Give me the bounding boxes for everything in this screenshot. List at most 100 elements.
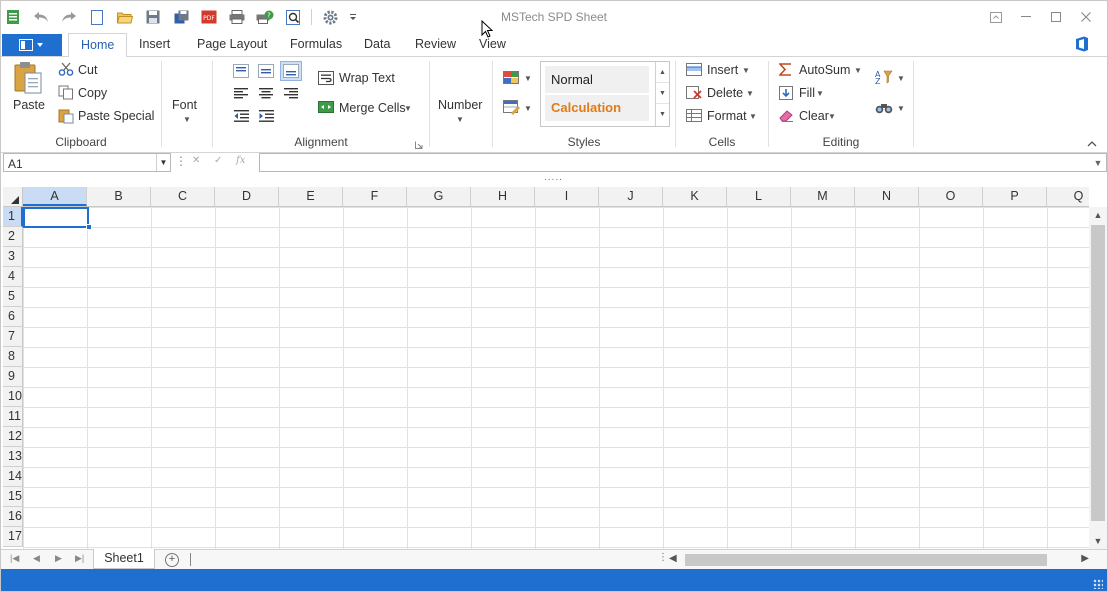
align-middle-icon[interactable] [258,64,274,81]
sort-filter-icon[interactable]: AZ [875,69,893,88]
autosum-button[interactable]: AutoSum [799,63,850,77]
first-sheet-icon[interactable]: |◀ [10,553,19,564]
row-header-12[interactable]: 12 [3,427,23,447]
close-icon[interactable] [1071,7,1101,27]
name-box-dropdown-icon[interactable]: ▼ [156,154,170,171]
scroll-right-arrow-icon[interactable]: ▶ [1081,553,1089,564]
row-header-15[interactable]: 15 [3,487,23,507]
row-header-11[interactable]: 11 [3,407,23,427]
align-bottom-icon[interactable] [280,61,302,81]
expand-formula-bar-icon[interactable]: ▼ [1090,154,1106,171]
autosum-dropdown-arrow-icon[interactable]: ▼ [854,66,862,75]
tab-formulas[interactable]: Formulas [290,37,342,51]
row-header-16[interactable]: 16 [3,507,23,527]
gallery-expand-icon[interactable]: ▼ [656,104,669,125]
vertical-scrollbar[interactable]: ▲ ▼ [1089,207,1107,549]
cancel-entry-icon[interactable]: ✕ [192,155,200,166]
column-header-d[interactable]: D [215,187,279,206]
scroll-down-arrow-icon[interactable]: ▼ [1089,533,1107,549]
sort-filter-dropdown-arrow-icon[interactable]: ▼ [897,74,905,83]
add-sheet-plus-icon[interactable]: + [165,553,179,567]
fill-down-icon[interactable] [779,86,793,103]
row-header-4[interactable]: 4 [3,267,23,287]
collapse-ribbon-chevron-icon[interactable] [1087,136,1097,150]
delete-cells-icon[interactable] [686,86,702,102]
row-header-5[interactable]: 5 [3,287,23,307]
column-header-g[interactable]: G [407,187,471,206]
formula-input[interactable]: ▼ [259,153,1107,172]
style-normal[interactable]: Normal [545,66,649,93]
increase-indent-icon[interactable] [259,110,274,125]
scroll-up-arrow-icon[interactable]: ▲ [1089,207,1107,223]
conditional-formatting-icon[interactable] [503,71,521,88]
tab-page-layout[interactable]: Page Layout [197,37,267,51]
copy-icon[interactable] [58,85,74,103]
cut-icon[interactable] [58,62,74,79]
maximize-icon[interactable] [1041,7,1071,27]
row-header-6[interactable]: 6 [3,307,23,327]
format-cells-icon[interactable] [686,109,702,125]
wrap-text-icon[interactable] [318,71,334,88]
row-header-1[interactable]: 1 [3,207,23,227]
find-dropdown-arrow-icon[interactable]: ▼ [897,104,905,113]
tab-insert[interactable]: Insert [139,37,170,51]
delete-cells-button[interactable]: Delete [707,86,743,100]
column-header-m[interactable]: M [791,187,855,206]
formula-bar-grip-icon[interactable]: ⋮ [175,154,187,168]
wrap-text-button[interactable]: Wrap Text [339,71,395,85]
column-header-f[interactable]: F [343,187,407,206]
column-header-i[interactable]: I [535,187,599,206]
column-header-p[interactable]: P [983,187,1047,206]
row-header-17[interactable]: 17 [3,527,23,547]
row-header-8[interactable]: 8 [3,347,23,367]
select-all-corner[interactable] [3,187,23,207]
align-left-icon[interactable] [234,88,248,102]
column-header-n[interactable]: N [855,187,919,206]
sheet-tab-sheet1[interactable]: Sheet1 [93,549,155,569]
copy-button[interactable]: Copy [78,86,107,100]
horizontal-scroll-thumb[interactable] [685,554,1047,566]
font-dropdown-arrow-icon[interactable]: ▼ [183,115,191,124]
insert-cells-icon[interactable] [686,63,702,79]
delete-dropdown-arrow-icon[interactable]: ▼ [746,89,754,98]
row-header-13[interactable]: 13 [3,447,23,467]
row-header-14[interactable]: 14 [3,467,23,487]
align-top-icon[interactable] [233,64,249,81]
next-sheet-icon[interactable]: ▶ [55,553,62,564]
file-menu-button[interactable] [2,34,62,56]
tab-home[interactable]: Home [68,33,128,58]
gallery-scroll-up-icon[interactable]: ▲ [656,62,669,83]
column-header-c[interactable]: C [151,187,215,206]
tab-data[interactable]: Data [364,37,390,51]
insert-dropdown-arrow-icon[interactable]: ▼ [742,66,750,75]
fill-dropdown-arrow-icon[interactable]: ▼ [816,89,824,98]
merge-cells-icon[interactable] [318,101,334,116]
merge-cells-button[interactable]: Merge Cells [339,101,406,115]
cell-area[interactable] [23,207,1089,549]
row-header-9[interactable]: 9 [3,367,23,387]
find-binoculars-icon[interactable] [875,101,893,117]
conditional-formatting-dropdown-arrow-icon[interactable]: ▼ [524,74,532,83]
format-as-table-icon[interactable] [503,100,521,119]
row-header-10[interactable]: 10 [3,387,23,407]
align-center-icon[interactable] [259,88,273,102]
paste-label[interactable]: Paste [13,98,45,112]
confirm-entry-icon[interactable]: ✓ [214,155,222,166]
insert-cells-button[interactable]: Insert [707,63,738,77]
style-calculation[interactable]: Calculation [545,95,649,121]
clear-button[interactable]: Clear [799,109,829,123]
column-header-l[interactable]: L [727,187,791,206]
row-header-2[interactable]: 2 [3,227,23,247]
clear-eraser-icon[interactable] [779,109,794,125]
alignment-dialog-launcher-icon[interactable] [415,138,423,152]
fill-handle[interactable] [86,224,92,230]
paste-special-icon[interactable] [58,108,74,127]
number-dropdown-arrow-icon[interactable]: ▼ [456,115,464,124]
column-header-b[interactable]: B [87,187,151,206]
cut-button[interactable]: Cut [78,63,97,77]
align-right-icon[interactable] [284,88,298,102]
autosum-sigma-icon[interactable] [778,63,792,79]
column-header-h[interactable]: H [471,187,535,206]
paste-special-button[interactable]: Paste Special [78,109,154,123]
column-header-o[interactable]: O [919,187,983,206]
